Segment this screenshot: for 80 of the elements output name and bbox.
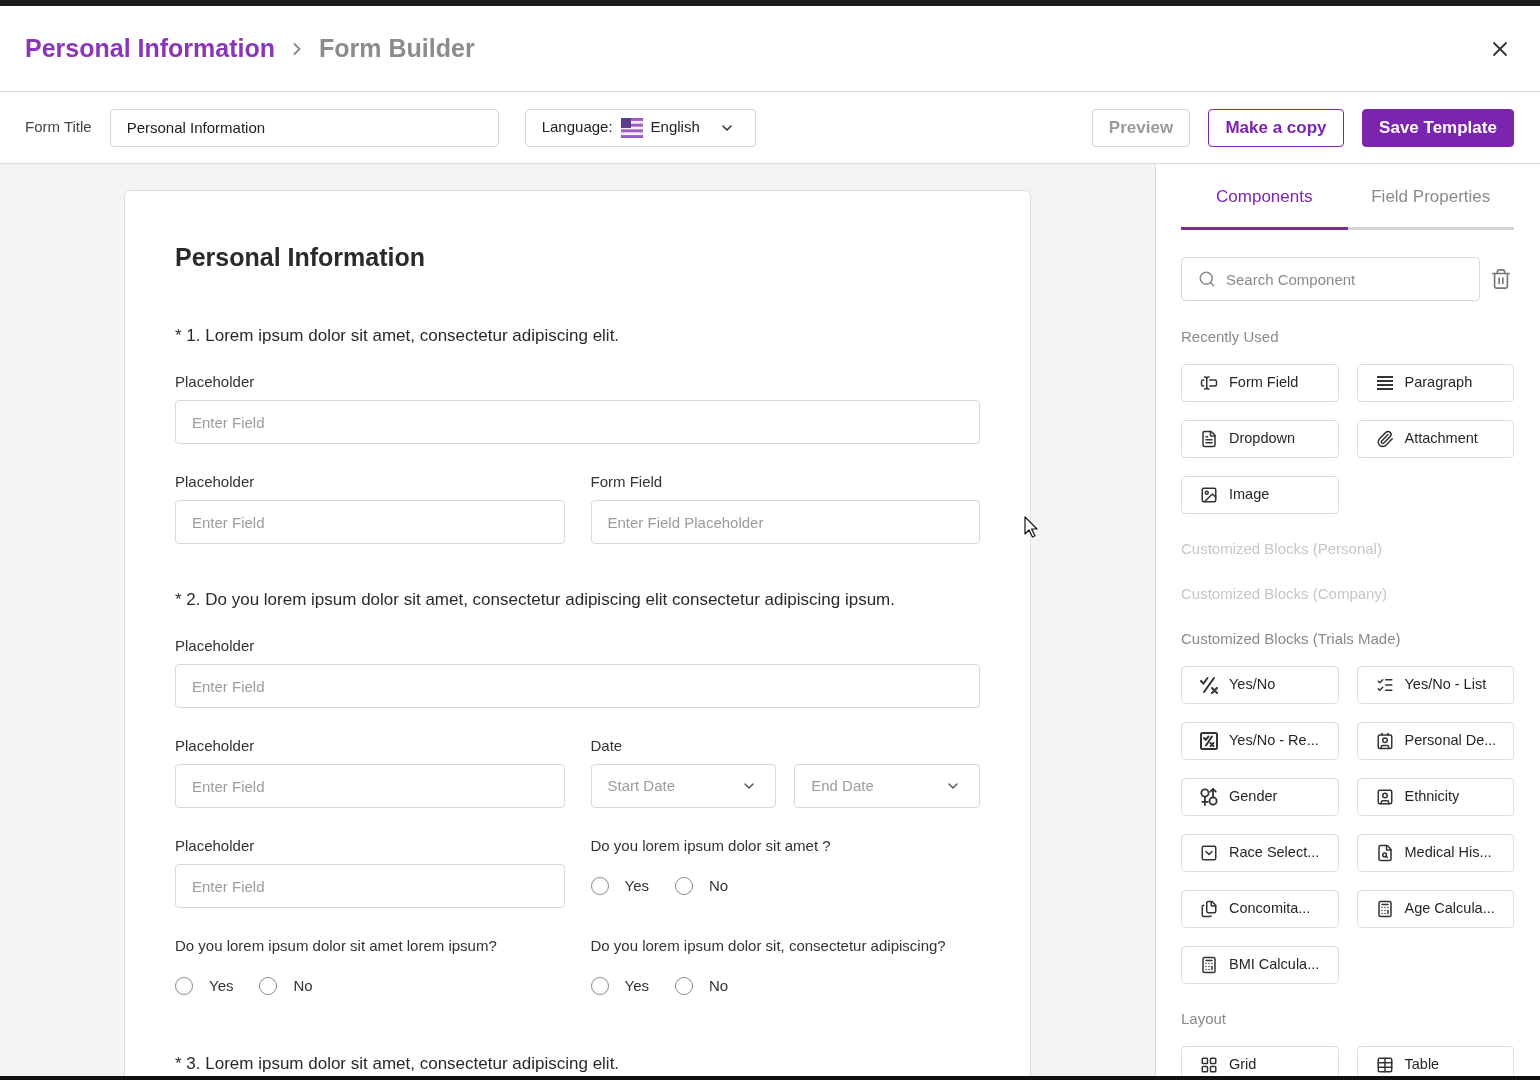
field-label: Placeholder: [175, 372, 256, 392]
component-button[interactable]: Concomita...: [1181, 890, 1339, 928]
radio-label: Yes: [209, 975, 234, 996]
document-lines-icon: [1200, 430, 1218, 448]
calculator-icon: [1375, 900, 1394, 918]
field-label: Form Field: [590, 472, 664, 492]
checklist-icon: [1375, 676, 1394, 694]
table-icon: [1375, 1056, 1394, 1074]
component-button[interactable]: Paragraph: [1356, 364, 1514, 402]
component-button[interactable]: Image: [1181, 476, 1339, 514]
radio-label: Yes: [624, 975, 649, 996]
dropdown-box-icon: [1200, 844, 1218, 862]
field-label: Date: [590, 736, 624, 756]
field-label: Placeholder: [175, 472, 256, 492]
component-button[interactable]: Dropdown: [1181, 420, 1339, 458]
paperclip-icon: [1375, 430, 1394, 448]
form-title-label: Form Title: [25, 117, 92, 138]
group-heading: Layout: [1181, 1009, 1228, 1029]
text-input[interactable]: Enter Field: [175, 664, 980, 708]
check-cross-icon: [1200, 676, 1218, 694]
text-input[interactable]: Enter Field: [175, 400, 980, 444]
breadcrumb-link[interactable]: Personal Information: [25, 29, 276, 68]
contact-card-icon: [1375, 732, 1394, 750]
text-input[interactable]: Enter Field: [175, 864, 565, 908]
field-label: Do you lorem ipsum dolor sit, consectetur adipiscing?: [590, 936, 947, 956]
square-check-cross-icon: [1200, 732, 1218, 750]
component-button[interactable]: Yes/No: [1181, 666, 1339, 704]
search-field[interactable]: Search Component: [1181, 257, 1480, 301]
lines-icon: [1375, 374, 1394, 392]
radio-label: No: [293, 975, 313, 996]
component-button[interactable]: Age Calcula...: [1356, 890, 1514, 928]
text-input[interactable]: Enter Field: [175, 500, 565, 544]
calculator-icon: [1200, 956, 1218, 974]
component-button[interactable]: Yes/No - Re...: [1181, 722, 1339, 760]
form-heading: Personal Information: [175, 242, 427, 273]
radio-label: No: [709, 875, 729, 896]
field-label: Do you lorem ipsum dolor sit amet ?: [590, 836, 832, 856]
component-button[interactable]: Medical His...: [1356, 834, 1514, 872]
panel-tab[interactable]: Field Properties: [1347, 164, 1514, 230]
question-text: * 3. Lorem ipsum dolor sit amet, consectetur adipiscing elit.: [175, 1053, 621, 1075]
radio-label: No: [709, 975, 729, 996]
component-button[interactable]: Ethnicity: [1356, 778, 1514, 816]
trash-icon: [1490, 267, 1512, 291]
delete-button[interactable]: [1490, 267, 1512, 291]
text-cursor-input-icon: [1200, 374, 1218, 392]
toolbar-button[interactable]: Save Template: [1362, 108, 1514, 147]
panel-tab[interactable]: Components: [1181, 164, 1348, 230]
group-heading: Customized Blocks (Personal): [1181, 539, 1383, 559]
component-button[interactable]: Personal De...: [1356, 722, 1514, 760]
field-label: Do you lorem ipsum dolor sit amet lorem ipsum?: [175, 936, 498, 956]
gender-symbols-icon: [1200, 788, 1218, 806]
radio-label: Yes: [624, 875, 649, 896]
question-text: * 2. Do you lorem ipsum dolor sit amet, consectetur adipiscing elit consectetur adipiscing ipsum.: [175, 589, 896, 611]
image-icon: [1200, 486, 1218, 504]
user-square-icon: [1375, 788, 1394, 806]
component-button[interactable]: Gender: [1181, 778, 1339, 816]
toolbar-button[interactable]: Make a copy: [1208, 108, 1344, 147]
field-label: Placeholder: [175, 636, 256, 656]
component-button[interactable]: Yes/No - List: [1356, 666, 1514, 704]
question-text: * 1. Lorem ipsum dolor sit amet, consectetur adipiscing elit.: [175, 325, 621, 347]
form-title-input[interactable]: Personal Information: [109, 108, 499, 147]
component-button[interactable]: BMI Calcula...: [1181, 946, 1339, 984]
group-heading: Customized Blocks (Trials Made): [1181, 629, 1402, 649]
documents-icon: [1200, 900, 1218, 918]
text-input[interactable]: Enter Field Placeholder: [590, 500, 980, 544]
text-input[interactable]: Enter Field: [175, 764, 565, 808]
component-button[interactable]: Race Select...: [1181, 834, 1339, 872]
document-search-icon: [1375, 844, 1394, 862]
field-label: Placeholder: [175, 736, 256, 756]
field-label: Placeholder: [175, 836, 256, 856]
component-button[interactable]: Form Field: [1181, 364, 1339, 402]
group-heading: Customized Blocks (Company): [1181, 584, 1388, 604]
component-button[interactable]: Table: [1356, 1046, 1514, 1076]
search-icon: [1198, 270, 1216, 288]
group-heading: Recently Used: [1181, 327, 1280, 347]
flag-icon: [620, 117, 643, 138]
component-button[interactable]: Attachment: [1356, 420, 1514, 458]
language-select[interactable]: Language: English: [524, 108, 756, 147]
component-button[interactable]: Grid: [1181, 1046, 1339, 1076]
grid-icon: [1200, 1056, 1218, 1074]
